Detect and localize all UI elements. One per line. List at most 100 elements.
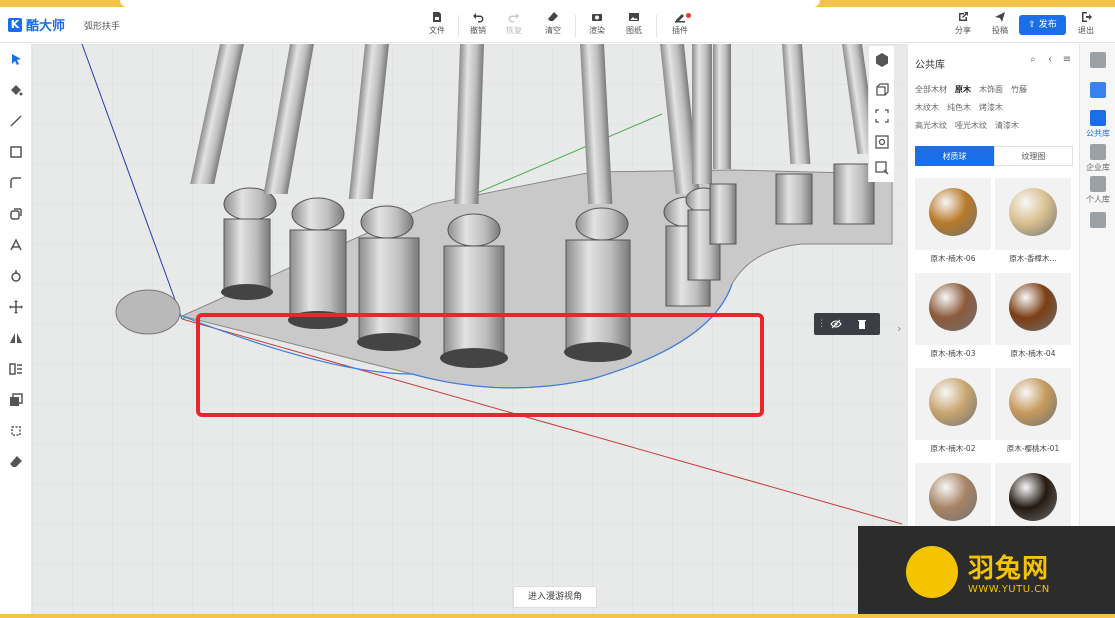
roam-view-button[interactable]: 进入漫游视角: [513, 586, 597, 608]
nav-public-library[interactable]: 公共库: [1080, 110, 1115, 139]
notification-dot: [686, 13, 691, 18]
3d-viewport[interactable]: 进入漫游视角: [32, 44, 907, 614]
redo-icon: [508, 13, 519, 23]
exit-label: 退出: [1078, 26, 1094, 35]
bottom-decorative-strip: [0, 614, 1115, 618]
category-item[interactable]: 烤漆木: [979, 103, 1003, 112]
hide-eye-icon[interactable]: [830, 318, 842, 330]
plugin-icon: [675, 14, 685, 23]
render-button[interactable]: 渲染: [580, 11, 614, 41]
plugin-button[interactable]: 插件: [663, 11, 697, 41]
clear-button[interactable]: 清空: [536, 11, 570, 41]
list-view-icon[interactable]: ≡: [1061, 54, 1073, 66]
view-tools: [868, 46, 894, 182]
category-item[interactable]: 哑光木纹: [955, 121, 987, 130]
cube-view-icon[interactable]: [874, 52, 890, 68]
material-item[interactable]: 原木-楠木-04: [995, 273, 1071, 359]
category-item[interactable]: 纯色木: [947, 103, 971, 112]
category-item[interactable]: 清漆木: [995, 121, 1019, 130]
app-logo[interactable]: K 酷大师: [8, 15, 65, 34]
material-thumbnail: [915, 273, 991, 345]
material-thumbnail: [995, 178, 1071, 250]
text-icon[interactable]: [8, 237, 24, 253]
model-icon: [1090, 52, 1106, 68]
plugin-label: 插件: [672, 26, 688, 35]
camera-icon: [592, 14, 602, 21]
material-name: 原木-香樟木...: [1009, 254, 1057, 263]
share-button[interactable]: 分享: [946, 11, 980, 41]
material-thumbnail: [915, 463, 991, 535]
submit-button[interactable]: 投稿: [983, 11, 1017, 41]
drawing-label: 图纸: [626, 26, 642, 35]
array-icon[interactable]: [8, 361, 24, 377]
eraser-tool-icon[interactable]: [8, 454, 24, 470]
tab-material-ball[interactable]: 材质球: [915, 146, 994, 166]
nav-enterprise-library[interactable]: 企业库: [1080, 144, 1115, 173]
redo-label: 恢复: [506, 26, 522, 35]
zoom-search-icon[interactable]: [874, 160, 890, 176]
material-item[interactable]: 原木-楠木-06: [915, 178, 991, 264]
undo-label: 撤销: [470, 26, 486, 35]
rectangle-icon[interactable]: [8, 144, 24, 160]
category-item[interactable]: 木饰面: [979, 85, 1003, 94]
material-item[interactable]: 原木-楠木-02: [915, 368, 991, 454]
category-row-2: 木纹木 纯色木 烤漆木: [915, 102, 1011, 113]
zoom-window-icon[interactable]: [874, 134, 890, 150]
material-name: 原木-楠木-03: [930, 349, 976, 358]
header: K 酷大师 弧形扶手 文件 撤销 恢复 清空 渲染 图纸 插件 分享 投稿 ⇪ …: [0, 7, 1115, 43]
nav-public-label: 公共库: [1086, 129, 1110, 138]
mirror-icon[interactable]: [8, 330, 24, 346]
undo-button[interactable]: 撤销: [461, 11, 495, 41]
scene-canvas[interactable]: [32, 44, 907, 614]
drawing-button[interactable]: 图纸: [617, 11, 651, 41]
nav-component[interactable]: [1080, 212, 1115, 228]
file-button[interactable]: 文件: [420, 11, 454, 41]
category-item[interactable]: 木纹木: [915, 103, 939, 112]
oval-object[interactable]: [115, 289, 181, 335]
material-thumbnail: [915, 368, 991, 440]
category-item[interactable]: 全部木材: [915, 85, 947, 94]
nav-personal-library[interactable]: 个人库: [1080, 176, 1115, 205]
panel-collapse-arrow-icon[interactable]: ›: [897, 322, 907, 338]
material-thumbnail: [995, 368, 1071, 440]
chevron-left-icon[interactable]: ‹: [1044, 54, 1056, 66]
enterprise-library-icon: [1090, 144, 1106, 160]
top-decorative-strip: [0, 0, 1115, 7]
material-item[interactable]: 原木-楠木-03: [915, 273, 991, 359]
search-icon[interactable]: ⌕: [1027, 54, 1039, 66]
material-name: 原木-楠木-04: [1010, 349, 1056, 358]
paint-bucket-icon[interactable]: [8, 82, 24, 98]
measure-icon[interactable]: [8, 423, 24, 439]
arc-icon[interactable]: [8, 175, 24, 191]
rotate-icon[interactable]: [8, 268, 24, 284]
category-item[interactable]: 高光木纹: [915, 121, 947, 130]
category-item[interactable]: 竹藤: [1011, 85, 1027, 94]
upload-icon: ⇪: [1028, 20, 1036, 30]
project-name[interactable]: 弧形扶手: [84, 19, 120, 32]
material-item[interactable]: 原木-樱桃木-01: [995, 368, 1071, 454]
box-icon[interactable]: [874, 82, 890, 98]
fit-view-icon[interactable]: [874, 108, 890, 124]
category-row-3: 高光木纹 哑光木纹 清漆木: [915, 120, 1027, 131]
offset-icon[interactable]: [8, 206, 24, 222]
nav-material[interactable]: [1080, 82, 1115, 98]
redo-button[interactable]: 恢复: [497, 11, 531, 41]
drag-handle-icon[interactable]: ⋮: [817, 318, 829, 330]
select-icon[interactable]: [8, 52, 24, 68]
nav-personal-label: 个人库: [1086, 195, 1110, 204]
exit-button[interactable]: 退出: [1069, 11, 1103, 41]
copy-icon[interactable]: [8, 392, 24, 408]
panel-title: 公共库: [915, 60, 945, 71]
material-type-tabs: 材质球 纹理图: [915, 146, 1073, 166]
tab-texture[interactable]: 纹理图: [994, 146, 1073, 166]
nav-model-thumb[interactable]: [1080, 52, 1115, 68]
category-item-active[interactable]: 原木: [955, 85, 971, 94]
logo-mark: K: [8, 17, 22, 32]
publish-button[interactable]: ⇪ 发布: [1019, 15, 1066, 35]
move-icon[interactable]: [8, 299, 24, 315]
material-item[interactable]: 原木-香樟木...: [995, 178, 1071, 264]
delete-trash-icon[interactable]: [856, 318, 868, 330]
line-icon[interactable]: [8, 113, 24, 129]
personal-library-icon: [1090, 176, 1106, 192]
separator: [575, 15, 576, 37]
